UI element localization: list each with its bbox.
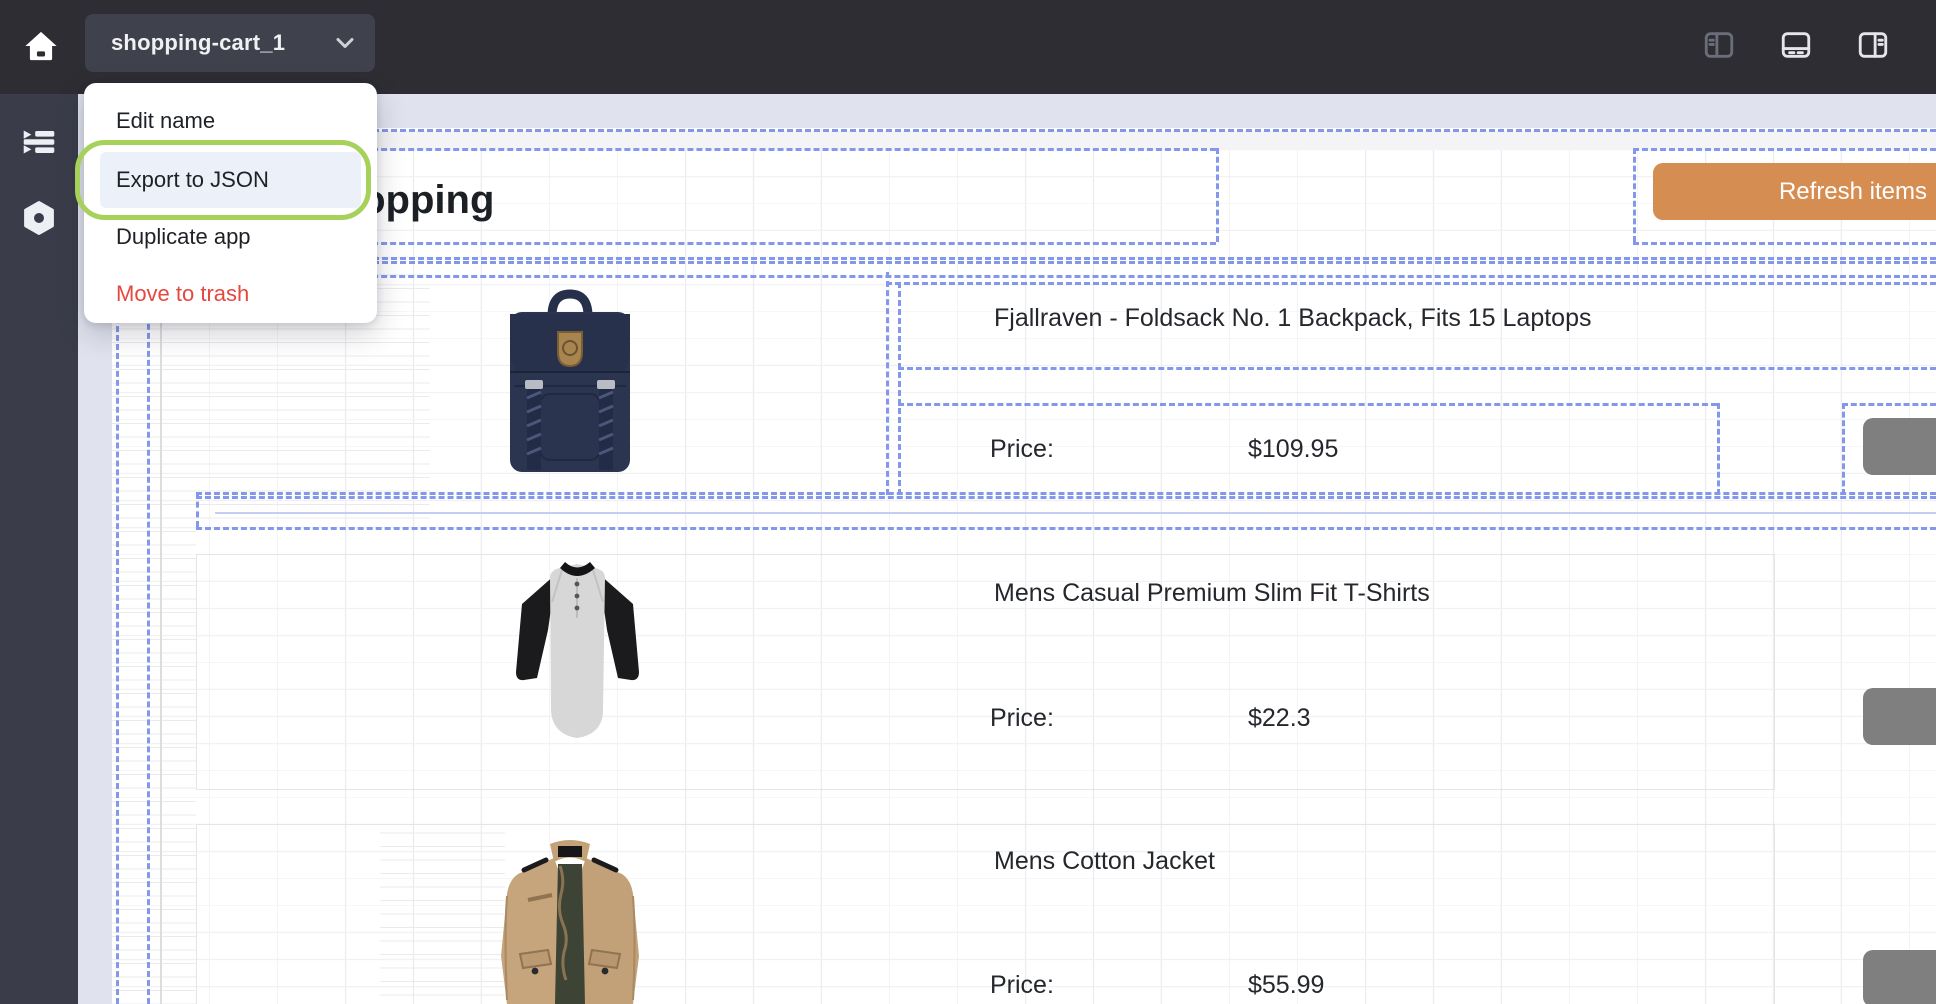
toggle-right-pane-icon[interactable]: [1854, 26, 1892, 64]
price-widget-outline-top: [898, 403, 1717, 406]
list-left-border: [160, 262, 162, 1004]
menu-item-move-to-trash[interactable]: Move to trash: [116, 273, 249, 315]
canvas-fine-grid-left: [112, 262, 196, 1004]
price-label[interactable]: Price:: [990, 696, 1130, 740]
addcart-widget-outline-top: [1842, 403, 1936, 406]
product-name-outline-top: [886, 282, 1936, 285]
refresh-widget-outline-bottom: [1633, 242, 1936, 245]
toggle-bottom-pane-icon[interactable]: [1777, 26, 1815, 64]
item-spacing-outline-bottom: [196, 527, 1936, 530]
home-icon: [23, 28, 59, 64]
backpack-product-image[interactable]: [500, 286, 640, 478]
title-widget-outline-right: [1216, 148, 1219, 242]
product-name-text[interactable]: Mens Cotton Jacket: [994, 839, 1894, 883]
chevron-down-icon: [335, 37, 355, 49]
row-divider-line: [215, 512, 1936, 514]
app-name-label: shopping-cart_1: [111, 30, 335, 56]
item-spacing-outline-left: [196, 492, 199, 527]
tshirt-product-image[interactable]: [506, 560, 649, 746]
menu-item-duplicate-app[interactable]: Duplicate app: [116, 216, 251, 258]
product-name-text[interactable]: Mens Casual Premium Slim Fit T-Shirts: [994, 571, 1894, 615]
main-container-outline-top: [112, 129, 1936, 132]
price-value[interactable]: $22.3: [1248, 696, 1468, 740]
settings-hexagon-icon[interactable]: [17, 198, 61, 238]
title-widget-outline-bottom: [300, 242, 1216, 245]
app-name-menu-trigger[interactable]: shopping-cart_1: [85, 14, 375, 72]
header-container-outline-bottom: [112, 257, 1936, 260]
jacket-product-image[interactable]: [488, 834, 652, 1004]
refresh-widget-outline-top: [1633, 148, 1936, 151]
list-widget-outline-top-outer: [112, 261, 1936, 264]
app-actions-menu: Edit name Export to JSON Duplicate app M…: [84, 83, 377, 323]
product-name-outline-bottom: [898, 367, 1936, 370]
product-name-text[interactable]: Fjallraven - Foldsack No. 1 Backpack, Fi…: [994, 296, 1894, 340]
annotation-highlight-ring: [75, 140, 371, 220]
editor-topbar: shopping-cart_1: [0, 0, 1936, 94]
home-button[interactable]: [12, 17, 70, 75]
product-name-outline-left: [898, 282, 901, 495]
price-label[interactable]: Price:: [990, 963, 1130, 1004]
refresh-widget-outline-left: [1633, 148, 1636, 242]
add-to-cart-button[interactable]: [1863, 688, 1936, 745]
list-widget-outline-left: [147, 261, 150, 1004]
price-value[interactable]: $55.99: [1248, 963, 1468, 1004]
menu-item-edit-name[interactable]: Edit name: [116, 100, 215, 142]
editor-sidebar: [0, 94, 78, 1004]
list-item-outline-bottom-b: [196, 496, 1936, 499]
item-inner-outline-left: [886, 272, 889, 495]
app-editor-window: Shopping Refresh items Fjallraven - Fold…: [0, 0, 1936, 1004]
price-value[interactable]: $109.95: [1248, 427, 1468, 471]
refresh-items-button[interactable]: Refresh items: [1653, 163, 1936, 220]
add-to-cart-button[interactable]: [1863, 418, 1936, 475]
price-widget-outline-right: [1717, 403, 1720, 495]
page-title-text-widget[interactable]: Shopping: [310, 176, 830, 224]
list-item-outline-bottom-a: [196, 492, 1936, 495]
entity-explorer-icon[interactable]: [17, 122, 61, 162]
add-to-cart-button[interactable]: [1863, 950, 1936, 1004]
title-widget-outline-top: [300, 148, 1216, 151]
list-widget-outline-top: [147, 275, 1936, 278]
price-label[interactable]: Price:: [990, 427, 1130, 471]
addcart-widget-outline-left: [1842, 403, 1845, 495]
toggle-left-pane-icon[interactable]: [1700, 26, 1738, 64]
